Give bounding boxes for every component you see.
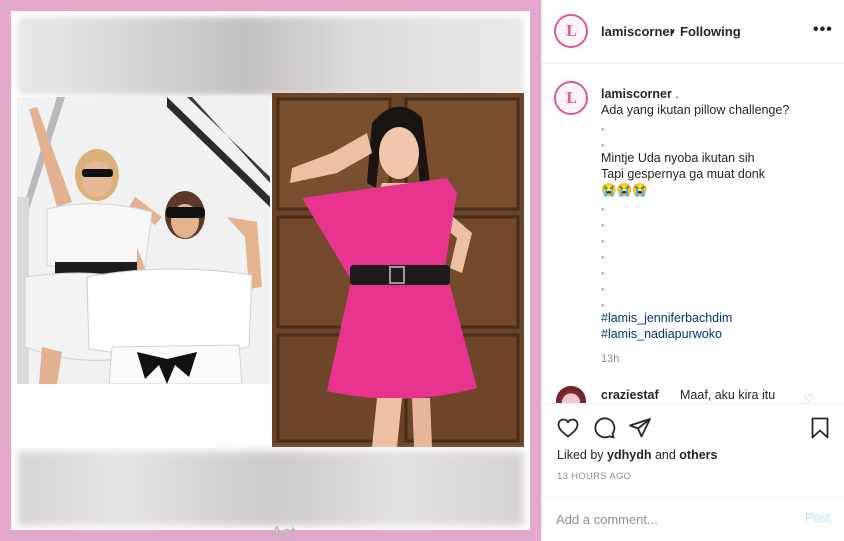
comments-section[interactable]: L lamiscorner . Ada yang ikutan pillow c…	[542, 65, 844, 403]
bookmark-icon[interactable]	[808, 416, 832, 440]
caption-username-suffix: .	[671, 87, 679, 101]
caption-line: Tapi gespernya ga muat donk	[601, 167, 765, 181]
comment-text: Maaf, aku kira itu	[680, 388, 776, 402]
header-username[interactable]: lamiscorner	[601, 24, 675, 39]
caption-line: .	[601, 199, 605, 213]
post-actions: Liked by ydhydh and others 13 HOURS AGO	[542, 403, 844, 497]
more-options-icon[interactable]: •••	[813, 21, 833, 39]
following-button[interactable]: Following	[680, 24, 741, 39]
caption-line: .	[601, 295, 605, 309]
blurred-bottom-strip	[18, 451, 524, 526]
caption-line: .	[601, 215, 605, 229]
likes-prefix: Liked by	[557, 448, 608, 462]
likes-summary: Liked by ydhydh and others	[557, 448, 718, 462]
photo-left-illustration	[17, 97, 270, 384]
avatar-letter: L	[565, 22, 577, 40]
post-side-panel: L lamiscorner • Following ••• L lamiscor…	[541, 0, 844, 541]
caption-line: .	[601, 135, 605, 149]
avatar-logo: L	[558, 85, 584, 111]
caption-time[interactable]: 13h	[601, 353, 619, 365]
comment-icon[interactable]	[592, 416, 616, 440]
heart-icon[interactable]	[556, 416, 580, 440]
post-header: L lamiscorner • Following •••	[542, 0, 844, 64]
blurred-top-strip	[18, 17, 524, 95]
caption-line: Mintje Uda nyoba ikutan sih	[601, 151, 755, 165]
hashtag-link[interactable]: #lamis_jenniferbachdim	[601, 310, 837, 326]
photo-woman-pink-pillow-dress	[272, 93, 524, 447]
avatar-letter: L	[565, 89, 577, 107]
caption-line: .	[601, 279, 605, 293]
caption-line: .	[601, 119, 605, 133]
caption: lamiscorner . Ada yang ikutan pillow cha…	[601, 86, 837, 342]
share-icon[interactable]	[628, 416, 652, 440]
activation-watermark: Act	[271, 523, 296, 541]
commenter-avatar[interactable]	[556, 386, 586, 403]
caption-line: Ada yang ikutan pillow challenge?	[601, 103, 790, 117]
post-comment-button[interactable]: Post	[805, 511, 830, 525]
liked-by-user[interactable]: ydhydh	[607, 448, 651, 462]
header-separator: •	[670, 24, 675, 39]
avatar-logo: L	[558, 18, 584, 44]
caption-emoji-line: 😭😭😭	[601, 183, 648, 197]
add-comment-bar: Post	[542, 497, 844, 541]
likes-middle: and	[651, 448, 680, 462]
photo-right-illustration	[272, 93, 524, 447]
comment-input[interactable]	[556, 508, 776, 530]
caption-line: .	[601, 247, 605, 261]
caption-username[interactable]: lamiscorner	[601, 87, 672, 101]
header-avatar[interactable]: L	[554, 14, 588, 48]
hashtag-link[interactable]: #lamis_nadiapurwoko	[601, 326, 837, 342]
likes-others-link[interactable]: others	[679, 448, 717, 462]
caption-line: .	[601, 263, 605, 277]
caption-avatar[interactable]: L	[554, 81, 588, 115]
caption-first-line: lamiscorner .	[601, 86, 837, 102]
post-timestamp[interactable]: 13 HOURS AGO	[557, 471, 631, 482]
media-collage	[11, 11, 530, 530]
photo-two-women-pillows	[17, 97, 270, 384]
caption-line: .	[601, 231, 605, 245]
comment-like-icon[interactable]: ♡	[804, 392, 814, 403]
comment-username[interactable]: craziestaf	[601, 388, 659, 402]
post-media[interactable]	[0, 0, 541, 541]
